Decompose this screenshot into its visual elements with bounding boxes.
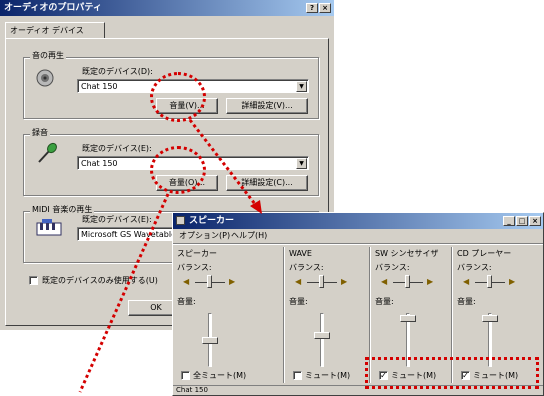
callout-arrows [78,119,262,393]
